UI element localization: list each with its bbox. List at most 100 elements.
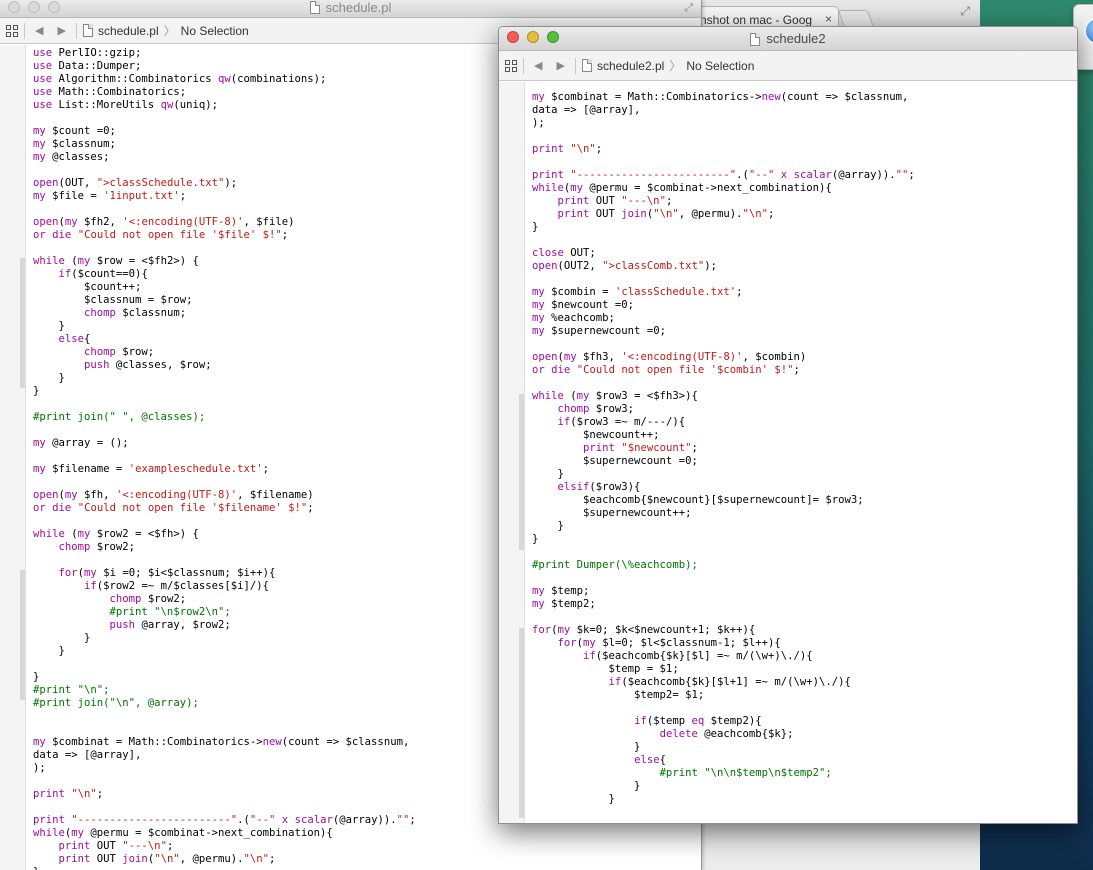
fold-ribbon[interactable] xyxy=(519,628,524,818)
code-line[interactable]: ​ xyxy=(532,702,1077,715)
code-line[interactable]: ); xyxy=(532,117,1077,130)
code-line[interactable]: ​ xyxy=(532,234,1077,247)
code-line[interactable]: print OUT join("\n", @permu)."\n"; xyxy=(532,208,1077,221)
code-line[interactable]: while(my @permu = $combinat->next_combin… xyxy=(33,827,701,840)
code-line[interactable]: } xyxy=(532,741,1077,754)
code-line[interactable]: #print Dumper(\%eachcomb); xyxy=(532,559,1077,572)
code-line[interactable]: my %eachcomb; xyxy=(532,312,1077,325)
breadcrumb[interactable]: schedule.pl 〉 No Selection xyxy=(82,22,249,39)
code-line[interactable]: } xyxy=(33,866,701,870)
code-line[interactable]: ​ xyxy=(532,338,1077,351)
code-line[interactable]: while (my $row3 = <$fh3>){ xyxy=(532,390,1077,403)
code-line[interactable]: if($row3 =~ m/---/){ xyxy=(532,416,1077,429)
desktop-background: nshot on mac - Goog × ⤢ schedule.pl ⤢ ◀ … xyxy=(0,0,1093,870)
code-line[interactable]: ​ xyxy=(532,273,1077,286)
code-line[interactable]: $newcount++; xyxy=(532,429,1077,442)
close-tab-icon[interactable]: × xyxy=(825,12,832,26)
code-line[interactable]: for(my $k=0; $k<$newcount+1; $k++){ xyxy=(532,624,1077,637)
code-line[interactable]: print OUT "---\n"; xyxy=(532,195,1077,208)
separator xyxy=(75,22,77,39)
code-line[interactable]: or die "Could not open file '$combin' $!… xyxy=(532,364,1077,377)
breadcrumb[interactable]: schedule2.pl 〉 No Selection xyxy=(581,57,754,74)
code-text[interactable]: my $combinat = Math::Combinatorics->new(… xyxy=(525,82,1077,823)
window-title: schedule.pl xyxy=(325,0,392,15)
window-title-group: schedule.pl xyxy=(309,0,392,15)
code-line[interactable]: $temp2= $1; xyxy=(532,689,1077,702)
close-window-button[interactable] xyxy=(507,31,519,43)
code-line[interactable]: open(OUT2, ">classComb.txt"); xyxy=(532,260,1077,273)
code-line[interactable]: my $temp; xyxy=(532,585,1077,598)
back-button[interactable]: ◀ xyxy=(530,59,546,72)
fullscreen-icon[interactable]: ⤢ xyxy=(960,4,970,19)
document-icon xyxy=(309,1,320,14)
code-line[interactable]: $supernewcount++; xyxy=(532,507,1077,520)
line-gutter[interactable] xyxy=(0,45,26,870)
code-line[interactable]: } xyxy=(532,533,1077,546)
code-line[interactable]: ​ xyxy=(532,611,1077,624)
minimize-window-button[interactable] xyxy=(527,31,539,43)
code-line[interactable]: ​ xyxy=(532,377,1077,390)
line-gutter[interactable] xyxy=(499,82,525,823)
code-line[interactable]: for(my $l=0; $l<$classnum-1; $l++){ xyxy=(532,637,1077,650)
breadcrumb-file[interactable]: schedule2.pl xyxy=(597,59,664,73)
code-line[interactable]: ​ xyxy=(532,156,1077,169)
code-line[interactable]: #print "\n\n$temp\n$temp2"; xyxy=(532,767,1077,780)
code-line[interactable]: ​ xyxy=(532,130,1077,143)
code-line[interactable]: open(my $fh3, '<:encoding(UTF-8)', $comb… xyxy=(532,351,1077,364)
file-icon xyxy=(581,59,592,72)
fold-ribbon[interactable] xyxy=(20,570,25,700)
code-line[interactable]: while(my @permu = $combinat->next_combin… xyxy=(532,182,1077,195)
breadcrumb-selection[interactable]: No Selection xyxy=(181,24,249,38)
zoom-window-button[interactable] xyxy=(48,1,60,13)
breadcrumb-file[interactable]: schedule.pl xyxy=(98,24,159,38)
code-line[interactable]: chomp $row3; xyxy=(532,403,1077,416)
breadcrumb-selection[interactable]: No Selection xyxy=(686,59,754,73)
code-line[interactable]: $eachcomb{$newcount}[$supernewcount]= $r… xyxy=(532,494,1077,507)
code-line[interactable]: $temp = $1; xyxy=(532,663,1077,676)
code-line[interactable]: if($eachcomb{$k}[$l] =~ m/(\w+)\./){ xyxy=(532,650,1077,663)
code-line[interactable]: print OUT join("\n", @permu)."\n"; xyxy=(33,853,701,866)
code-line[interactable]: } xyxy=(532,468,1077,481)
code-line[interactable]: my $combinat = Math::Combinatorics->new(… xyxy=(532,91,1077,104)
code-line[interactable]: my $temp2; xyxy=(532,598,1077,611)
code-line[interactable]: if($temp eq $temp2){ xyxy=(532,715,1077,728)
code-line[interactable]: delete @eachcomb{$k}; xyxy=(532,728,1077,741)
code-line[interactable]: ​ xyxy=(532,572,1077,585)
code-line[interactable]: else{ xyxy=(532,754,1077,767)
code-line[interactable]: my $supernewcount =0; xyxy=(532,325,1077,338)
related-items-icon[interactable] xyxy=(505,59,517,72)
forward-button[interactable]: ▶ xyxy=(53,24,69,37)
zoom-window-button[interactable] xyxy=(547,31,559,43)
code-line[interactable]: print "\n"; xyxy=(532,143,1077,156)
forward-button[interactable]: ▶ xyxy=(552,59,568,72)
code-editor[interactable]: my $combinat = Math::Combinatorics->new(… xyxy=(499,82,1077,823)
code-line[interactable]: } xyxy=(532,780,1077,793)
separator xyxy=(574,57,576,74)
code-line[interactable]: } xyxy=(532,221,1077,234)
code-line[interactable]: print "$newcount"; xyxy=(532,442,1077,455)
close-window-button[interactable] xyxy=(8,1,20,13)
code-line[interactable]: my $newcount =0; xyxy=(532,299,1077,312)
fold-ribbon[interactable] xyxy=(20,258,25,388)
fullscreen-icon[interactable]: ⤢ xyxy=(684,1,693,16)
code-line[interactable]: close OUT; xyxy=(532,247,1077,260)
window-titlebar[interactable]: schedule2 xyxy=(499,27,1077,51)
code-line[interactable]: print OUT "---\n"; xyxy=(33,840,701,853)
fold-ribbon[interactable] xyxy=(519,394,524,550)
code-line[interactable]: my $combin = 'classSchedule.txt'; xyxy=(532,286,1077,299)
related-items-icon[interactable] xyxy=(6,24,18,37)
window-title: schedule2 xyxy=(766,31,826,46)
code-line[interactable]: if($eachcomb{$k}[$l+1] =~ m/(\w+)\./){ xyxy=(532,676,1077,689)
code-line[interactable]: print "------------------------".("--" x… xyxy=(532,169,1077,182)
window-titlebar[interactable]: schedule.pl ⤢ xyxy=(0,0,701,18)
code-line[interactable]: elsif($row3){ xyxy=(532,481,1077,494)
back-button[interactable]: ◀ xyxy=(31,24,47,37)
minimize-window-button[interactable] xyxy=(28,1,40,13)
code-line[interactable]: } xyxy=(532,520,1077,533)
chevron-right-icon: 〉 xyxy=(669,59,682,73)
code-line[interactable]: $supernewcount =0; xyxy=(532,455,1077,468)
code-line[interactable]: data => [@array], xyxy=(532,104,1077,117)
editor-window-schedule2[interactable]: schedule2 ◀ ▶ schedule2.pl 〉 No Selectio… xyxy=(498,26,1078,824)
code-line[interactable]: ​ xyxy=(532,546,1077,559)
code-line[interactable]: } xyxy=(532,793,1077,806)
